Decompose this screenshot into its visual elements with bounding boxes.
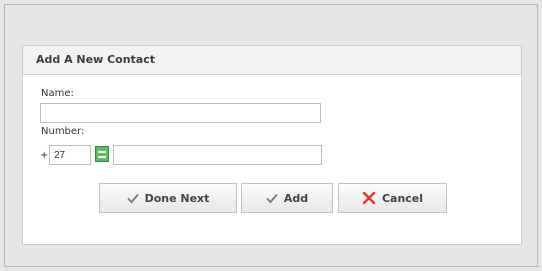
add-contact-dialog: Add A New Contact Name: Number: + Done N… xyxy=(22,45,522,245)
country-flag-icon[interactable] xyxy=(95,146,109,162)
cancel-label: Cancel xyxy=(381,191,424,205)
plus-sign: + xyxy=(40,150,49,161)
dialog-title: Add A New Contact xyxy=(36,53,156,66)
dialog-header: Add A New Contact xyxy=(23,46,521,75)
done-next-label: Done Next xyxy=(144,191,210,205)
done-next-button[interactable]: Done Next xyxy=(99,183,237,213)
name-label: Name: xyxy=(41,88,74,99)
add-label: Add xyxy=(283,191,309,205)
cancel-button[interactable]: Cancel xyxy=(338,183,447,213)
check-icon xyxy=(126,192,139,204)
country-code-input[interactable] xyxy=(49,145,91,165)
name-input[interactable] xyxy=(40,103,321,123)
phone-number-input[interactable] xyxy=(113,145,322,165)
x-icon xyxy=(362,191,376,205)
check-icon xyxy=(266,192,278,204)
add-button[interactable]: Add xyxy=(241,183,333,213)
number-label: Number: xyxy=(41,126,85,137)
